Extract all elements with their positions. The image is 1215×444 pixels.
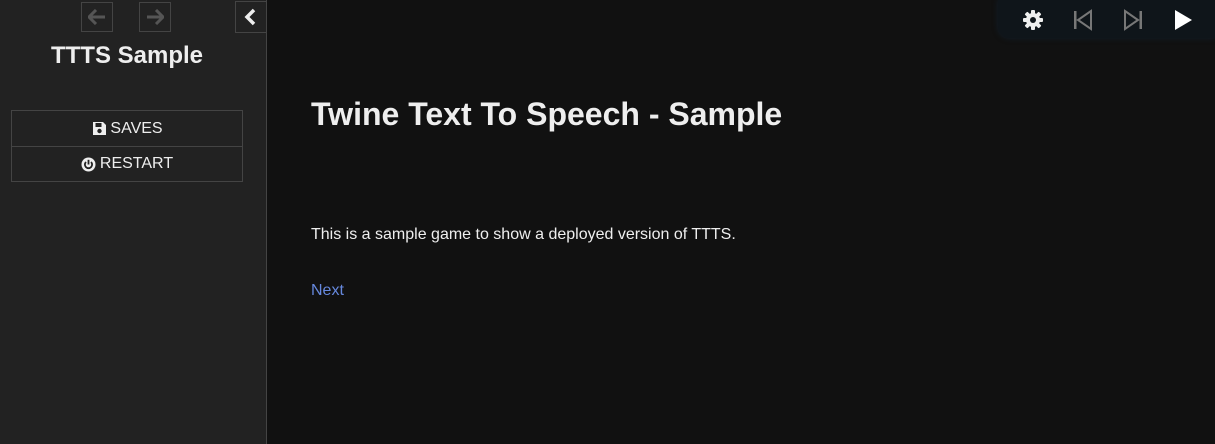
tts-next-button[interactable] — [1120, 7, 1146, 33]
restart-label: RESTART — [99, 155, 174, 172]
tts-settings-button[interactable] — [1020, 7, 1046, 33]
tts-previous-button[interactable] — [1070, 7, 1096, 33]
menu-core: SAVES RESTART — [11, 110, 243, 182]
saves-button[interactable]: SAVES — [12, 111, 242, 146]
saves-label: SAVES — [110, 119, 163, 137]
chevron-left-icon — [244, 8, 256, 26]
history-forward-button[interactable] — [139, 2, 171, 32]
sidebar-toggle-button[interactable] — [235, 1, 267, 33]
arrow-left-icon — [88, 9, 105, 25]
skip-next-icon — [1124, 9, 1142, 31]
history-back-button[interactable] — [81, 2, 113, 32]
restart-button[interactable]: RESTART — [12, 146, 242, 181]
arrow-right-icon — [147, 9, 164, 25]
next-link[interactable]: Next — [311, 282, 344, 300]
sidebar: TTTS Sample SAVES RESTART — [0, 0, 267, 444]
passage-title: Twine Text To Speech - Sample — [311, 96, 783, 132]
gear-icon — [1023, 10, 1043, 30]
passage-text: This is a sample game to show a deployed… — [311, 226, 736, 243]
floppy-disk-icon — [91, 121, 107, 137]
power-icon — [81, 156, 97, 172]
story-title: TTTS Sample — [50, 42, 204, 69]
tts-controls — [998, 0, 1215, 38]
tts-play-button[interactable] — [1170, 7, 1196, 33]
play-icon — [1175, 10, 1192, 30]
skip-previous-icon — [1074, 9, 1092, 31]
